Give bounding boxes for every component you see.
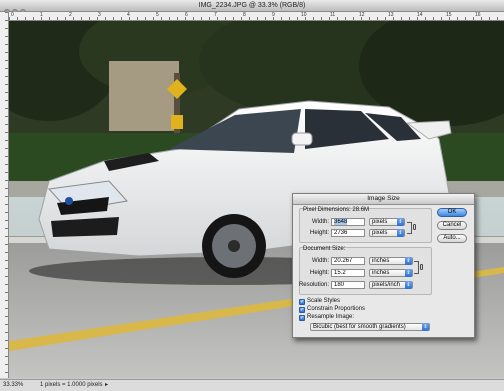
ruler-label: 1 bbox=[40, 12, 43, 18]
ruler-label: 2 bbox=[69, 12, 72, 18]
ruler-label: 11 bbox=[330, 12, 336, 18]
pixel-width-field[interactable]: 3648 bbox=[331, 218, 365, 226]
cancel-button[interactable]: Cancel bbox=[437, 221, 467, 230]
horizontal-ruler[interactable]: 0 1 2 3 4 5 6 7 8 9 10 11 12 13 14 15 16 bbox=[9, 12, 504, 21]
chain-link-icon bbox=[420, 264, 423, 270]
doc-height-label: Height: bbox=[309, 270, 329, 276]
document-status-bar: 33.33% 1 pixels = 1.0000 pixels ▸ bbox=[0, 379, 504, 391]
doc-width-unit-select[interactable]: inches ⇕ bbox=[369, 257, 413, 265]
pixel-width-label: Width: bbox=[311, 219, 329, 225]
chevron-updown-icon: ⇕ bbox=[405, 281, 412, 289]
ruler-label: 15 bbox=[446, 12, 452, 18]
doc-height-field[interactable]: 15.2 bbox=[331, 269, 365, 277]
chevron-updown-icon: ⇕ bbox=[405, 257, 412, 265]
ruler-label: 7 bbox=[214, 12, 217, 18]
chevron-updown-icon: ⇕ bbox=[405, 269, 412, 277]
ruler-label: 12 bbox=[359, 12, 365, 18]
checkmark-icon: ✓ bbox=[299, 315, 305, 321]
ruler-label: 0 bbox=[11, 12, 14, 18]
ruler-label: 14 bbox=[417, 12, 423, 18]
scale-styles-checkbox[interactable]: ✓ Scale Styles bbox=[299, 298, 340, 305]
doc-width-field[interactable]: 20.267 bbox=[331, 257, 365, 265]
chain-link-icon bbox=[413, 224, 416, 230]
pixel-height-field[interactable]: 2736 bbox=[331, 229, 365, 237]
document-info: 1 pixels = 1.0000 pixels bbox=[40, 382, 103, 388]
pixel-link-bracket bbox=[407, 222, 412, 234]
info-menu-arrow-icon[interactable]: ▸ bbox=[105, 380, 108, 390]
ruler-label: 3 bbox=[98, 12, 101, 18]
pixel-dimensions-label: Pixel Dimensions: 28.6M bbox=[303, 207, 370, 213]
chevron-updown-icon: ⇕ bbox=[397, 229, 404, 237]
ruler-label: 8 bbox=[243, 12, 246, 18]
ruler-label: 6 bbox=[185, 12, 188, 18]
ruler-label: 10 bbox=[301, 12, 307, 18]
ruler-label: 16 bbox=[475, 12, 481, 18]
chevron-updown-icon: ⇕ bbox=[422, 323, 429, 331]
pixel-dimensions-size: 28.6M bbox=[352, 207, 370, 213]
dialog-title[interactable]: Image Size bbox=[293, 194, 474, 205]
constrain-proportions-checkbox[interactable]: ✓ Constrain Proportions bbox=[299, 306, 365, 313]
resolution-unit-select[interactable]: pixels/inch ⇕ bbox=[369, 281, 413, 289]
ruler-label: 9 bbox=[272, 12, 275, 18]
checkmark-icon: ✓ bbox=[299, 299, 305, 305]
resolution-field[interactable]: 180 bbox=[331, 281, 365, 289]
ruler-label: 5 bbox=[156, 12, 159, 18]
resample-method-select[interactable]: Bicubic (best for smooth gradients) ⇕ bbox=[310, 323, 430, 331]
vertical-ruler[interactable] bbox=[0, 12, 9, 378]
pixel-width-unit-select[interactable]: pixels ⇕ bbox=[369, 218, 405, 226]
document-title: IMG_2234.JPG @ 33.3% (RGB/8) bbox=[198, 2, 306, 9]
image-size-dialog: Image Size Pixel Dimensions: 28.6M Width… bbox=[292, 193, 475, 338]
doc-link-bracket bbox=[414, 261, 419, 274]
resample-image-checkbox[interactable]: ✓ Resample Image: bbox=[299, 314, 354, 321]
document-size-label: Document Size: bbox=[303, 246, 346, 252]
ruler-label: 13 bbox=[388, 12, 394, 18]
pixel-height-unit-select[interactable]: pixels ⇕ bbox=[369, 229, 405, 237]
chevron-updown-icon: ⇕ bbox=[397, 218, 404, 226]
doc-height-unit-select[interactable]: inches ⇕ bbox=[369, 269, 413, 277]
pixel-height-label: Height: bbox=[309, 230, 329, 236]
checkmark-icon: ✓ bbox=[299, 307, 305, 313]
doc-width-label: Width: bbox=[311, 258, 329, 264]
zoom-level[interactable]: 33.33% bbox=[3, 380, 23, 390]
ok-button[interactable]: OK bbox=[437, 208, 467, 217]
resolution-label: Resolution: bbox=[298, 282, 329, 288]
auto-button[interactable]: Auto... bbox=[437, 234, 467, 243]
ruler-label: 4 bbox=[127, 12, 130, 18]
document-titlebar[interactable]: IMG_2234.JPG @ 33.3% (RGB/8) bbox=[0, 0, 504, 15]
